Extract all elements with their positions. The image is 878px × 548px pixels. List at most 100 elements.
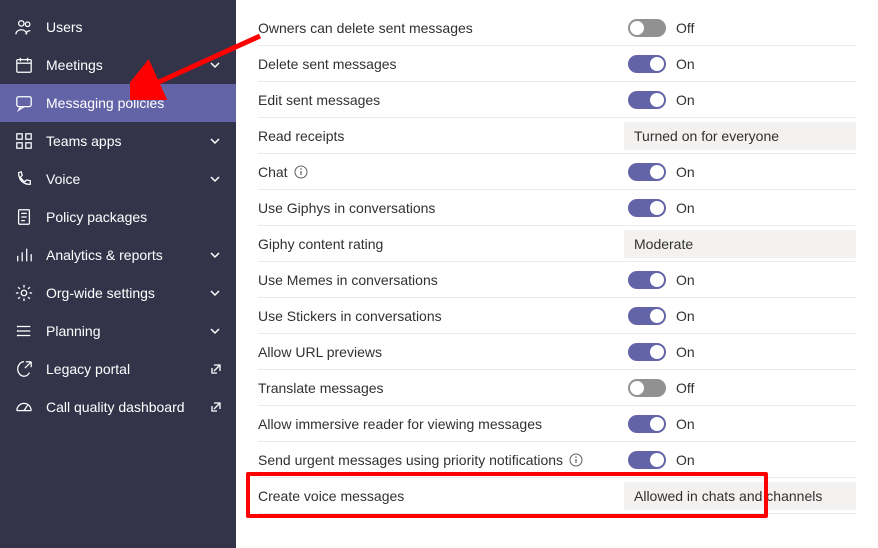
toggle-state-text: On	[676, 308, 695, 324]
toggle-switch[interactable]	[628, 415, 666, 433]
settings-icon	[14, 283, 34, 303]
setting-control: On	[628, 163, 856, 181]
dashboard-icon	[14, 397, 34, 417]
toggle-switch[interactable]	[628, 199, 666, 217]
sidebar-item-voice[interactable]: Voice	[0, 160, 236, 198]
users-icon	[14, 17, 34, 37]
setting-control: On	[628, 271, 856, 289]
setting-row: Translate messages Off	[258, 370, 856, 406]
sidebar-item-label: Voice	[46, 171, 208, 187]
setting-label: Read receipts	[258, 128, 624, 144]
chevron-down-icon	[208, 286, 222, 300]
legacy-icon	[14, 359, 34, 379]
toggle-switch[interactable]	[628, 343, 666, 361]
setting-label: Use Stickers in conversations	[258, 308, 628, 324]
sidebar-item-planning[interactable]: Planning	[0, 312, 236, 350]
toggle-switch[interactable]	[628, 271, 666, 289]
setting-label: Translate messages	[258, 380, 628, 396]
chevron-down-icon	[208, 134, 222, 148]
sidebar-item-org-wide-settings[interactable]: Org-wide settings	[0, 274, 236, 312]
sidebar-item-users[interactable]: Users	[0, 8, 236, 46]
setting-control: Turned on for everyone	[624, 122, 856, 150]
setting-control: On	[628, 199, 856, 217]
toggle-state-text: On	[676, 272, 695, 288]
setting-label: Delete sent messages	[258, 56, 628, 72]
setting-row: Edit sent messages On	[258, 82, 856, 118]
toggle-switch[interactable]	[628, 451, 666, 469]
policy-icon	[14, 207, 34, 227]
sidebar-item-analytics-reports[interactable]: Analytics & reports	[0, 236, 236, 274]
sidebar-item-label: Legacy portal	[46, 361, 204, 377]
sidebar-item-label: Org-wide settings	[46, 285, 208, 301]
sidebar-item-label: Messaging policies	[46, 95, 222, 111]
setting-row: Create voice messages Allowed in chats a…	[258, 478, 856, 514]
info-icon[interactable]	[294, 165, 308, 179]
toggle-switch[interactable]	[628, 55, 666, 73]
setting-label: Giphy content rating	[258, 236, 624, 252]
chevron-down-icon	[208, 324, 222, 338]
toggle-state-text: On	[676, 92, 695, 108]
toggle-state-text: On	[676, 164, 695, 180]
sidebar-item-label: Call quality dashboard	[46, 399, 204, 415]
setting-label: Use Giphys in conversations	[258, 200, 628, 216]
setting-row: Chat On	[258, 154, 856, 190]
setting-label: Create voice messages	[258, 488, 624, 504]
planning-icon	[14, 321, 34, 341]
analytics-icon	[14, 245, 34, 265]
setting-row: Send urgent messages using priority noti…	[258, 442, 856, 478]
setting-row: Use Stickers in conversations On	[258, 298, 856, 334]
setting-control: On	[628, 91, 856, 109]
sidebar: Users Meetings Messaging policies Teams …	[0, 0, 236, 548]
setting-control: On	[628, 415, 856, 433]
external-link-icon	[210, 401, 222, 413]
sidebar-item-label: Analytics & reports	[46, 247, 208, 263]
sidebar-item-meetings[interactable]: Meetings	[0, 46, 236, 84]
chevron-down-icon	[208, 58, 222, 72]
toggle-state-text: Off	[676, 20, 694, 36]
chevron-down-icon	[208, 172, 222, 186]
select-dropdown[interactable]: Moderate	[624, 230, 856, 258]
sidebar-item-policy-packages[interactable]: Policy packages	[0, 198, 236, 236]
external-link-icon	[210, 363, 222, 375]
setting-label: Allow immersive reader for viewing messa…	[258, 416, 628, 432]
chevron-down-icon	[208, 248, 222, 262]
apps-icon	[14, 131, 34, 151]
meetings-icon	[14, 55, 34, 75]
setting-row: Owners can delete sent messages Off	[258, 10, 856, 46]
setting-label: Allow URL previews	[258, 344, 628, 360]
sidebar-item-label: Teams apps	[46, 133, 208, 149]
toggle-state-text: Off	[676, 380, 694, 396]
sidebar-item-call-quality-dashboard[interactable]: Call quality dashboard	[0, 388, 236, 426]
setting-row: Use Memes in conversations On	[258, 262, 856, 298]
setting-label: Send urgent messages using priority noti…	[258, 452, 628, 468]
setting-label: Edit sent messages	[258, 92, 628, 108]
toggle-state-text: On	[676, 200, 695, 216]
select-dropdown[interactable]: Turned on for everyone	[624, 122, 856, 150]
sidebar-item-label: Meetings	[46, 57, 208, 73]
setting-row: Delete sent messages On	[258, 46, 856, 82]
setting-label: Chat	[258, 164, 628, 180]
toggle-switch[interactable]	[628, 19, 666, 37]
setting-control: Moderate	[624, 230, 856, 258]
toggle-switch[interactable]	[628, 379, 666, 397]
sidebar-item-messaging-policies[interactable]: Messaging policies	[0, 84, 236, 122]
toggle-switch[interactable]	[628, 307, 666, 325]
sidebar-item-label: Users	[46, 19, 222, 35]
setting-control: On	[628, 451, 856, 469]
setting-row: Giphy content rating Moderate	[258, 226, 856, 262]
setting-control: On	[628, 343, 856, 361]
voice-icon	[14, 169, 34, 189]
messaging-icon	[14, 93, 34, 113]
select-dropdown[interactable]: Allowed in chats and channels	[624, 482, 856, 510]
setting-control: On	[628, 55, 856, 73]
setting-control: Allowed in chats and channels	[624, 482, 856, 510]
sidebar-item-legacy-portal[interactable]: Legacy portal	[0, 350, 236, 388]
sidebar-item-label: Planning	[46, 323, 208, 339]
sidebar-item-teams-apps[interactable]: Teams apps	[0, 122, 236, 160]
toggle-switch[interactable]	[628, 91, 666, 109]
setting-row: Allow URL previews On	[258, 334, 856, 370]
toggle-state-text: On	[676, 416, 695, 432]
toggle-state-text: On	[676, 56, 695, 72]
toggle-switch[interactable]	[628, 163, 666, 181]
info-icon[interactable]	[569, 453, 583, 467]
